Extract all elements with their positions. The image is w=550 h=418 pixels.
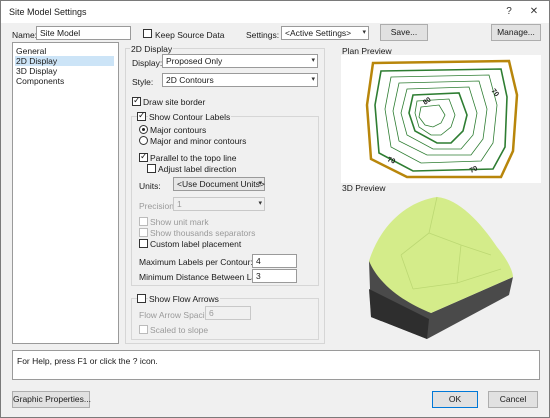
cancel-button[interactable]: Cancel <box>488 391 538 408</box>
preview3d-image <box>369 196 513 339</box>
display-select[interactable]: Proposed Only ▾ <box>162 54 318 68</box>
chevron-down-icon: ▾ <box>362 29 366 36</box>
settings-label: Settings: <box>246 30 280 40</box>
precision-select-value: 1 <box>177 199 182 209</box>
name-field[interactable]: Site Model <box>36 26 131 40</box>
name-label: Name: <box>12 30 38 40</box>
nav-item-2d-display[interactable]: 2D Display <box>15 56 114 66</box>
save-button[interactable]: Save... <box>380 24 428 41</box>
show-unit-mark-label: Show unit mark <box>150 217 209 227</box>
major-minor-label: Major and minor contours <box>150 136 247 146</box>
settings-select-value: <Active Settings> <box>285 28 352 38</box>
window-title: Site Model Settings <box>9 7 87 17</box>
dialog-window: Site Model Settings ? ✕ Name: Site Model… <box>0 0 550 418</box>
category-list: General 2D Display 3D Display Components <box>12 42 119 344</box>
show-flow-arrows-checkbox[interactable] <box>137 294 146 303</box>
units-select[interactable]: <Use Document Units> ▾ <box>173 177 265 191</box>
nav-item-components[interactable]: Components <box>15 76 114 86</box>
show-thousands-label: Show thousands separators <box>150 228 256 238</box>
manage-button[interactable]: Manage... <box>491 24 541 41</box>
draw-border-label: Draw site border <box>143 97 206 107</box>
help-icon[interactable]: ? <box>501 4 517 20</box>
help-panel: For Help, press F1 or click the ? icon. <box>12 350 540 380</box>
precision-label: Precision: <box>139 201 177 211</box>
parallel-checkbox[interactable] <box>139 151 148 162</box>
adjust-direction-checkbox[interactable] <box>147 164 156 173</box>
chevron-down-icon: ▾ <box>311 57 315 64</box>
style-select-value: 2D Contours <box>166 75 214 85</box>
style-select[interactable]: 2D Contours ▾ <box>162 73 318 87</box>
style-label: Style: <box>132 77 154 87</box>
max-labels-field[interactable]: 4 <box>252 254 297 268</box>
keep-source-checkbox[interactable] <box>143 29 152 38</box>
chevron-down-icon: ▾ <box>258 200 262 207</box>
chevron-down-icon: ▾ <box>311 76 315 83</box>
nav-item-3d-display[interactable]: 3D Display <box>15 66 114 76</box>
show-contour-labels-label: Show Contour Labels <box>148 112 232 122</box>
show-thousands-checkbox[interactable] <box>139 228 148 237</box>
adjust-direction-label: Adjust label direction <box>158 164 237 174</box>
settings-select[interactable]: <Active Settings> ▾ <box>281 26 369 40</box>
precision-select[interactable]: 1 ▾ <box>173 197 265 211</box>
ok-button[interactable]: OK <box>432 391 478 408</box>
display2d-heading: 2D Display <box>130 44 174 54</box>
show-flow-arrows-label: Show Flow Arrows <box>148 294 220 304</box>
scaled-slope-checkbox[interactable] <box>139 325 148 334</box>
title-bar: Site Model Settings ? ✕ <box>1 1 549 23</box>
min-distance-field[interactable]: 3 <box>252 269 297 283</box>
display-label: Display: <box>132 58 163 68</box>
nav-item-general[interactable]: General <box>15 46 114 56</box>
custom-placement-checkbox[interactable] <box>139 239 148 248</box>
flow-spacing-field[interactable]: 6 <box>205 306 251 320</box>
major-contours-radio[interactable] <box>139 125 148 134</box>
major-contours-label: Major contours <box>150 125 207 135</box>
display-select-value: Proposed Only <box>166 56 223 66</box>
draw-border-checkbox[interactable] <box>132 95 141 106</box>
custom-placement-label: Custom label placement <box>150 239 242 249</box>
plan-preview-image: 80 70 70 70 <box>341 55 541 183</box>
preview3d-heading: 3D Preview <box>342 183 386 193</box>
show-contour-labels-checkbox[interactable] <box>137 110 146 121</box>
units-label: Units: <box>139 181 161 191</box>
help-text: For Help, press F1 or click the ? icon. <box>17 356 158 366</box>
close-icon[interactable]: ✕ <box>526 4 542 20</box>
show-unit-mark-checkbox[interactable] <box>139 217 148 226</box>
graphic-properties-button[interactable]: Graphic Properties... <box>12 391 91 408</box>
scaled-slope-label: Scaled to slope <box>150 325 209 335</box>
max-labels-label: Maximum Labels per Contour: <box>139 257 253 267</box>
parallel-label: Parallel to the topo line <box>150 153 237 163</box>
major-minor-radio[interactable] <box>139 136 148 145</box>
units-select-value: <Use Document Units> <box>177 179 265 189</box>
keep-source-label: Keep Source Data <box>155 30 225 40</box>
chevron-down-icon: ▾ <box>258 180 262 187</box>
